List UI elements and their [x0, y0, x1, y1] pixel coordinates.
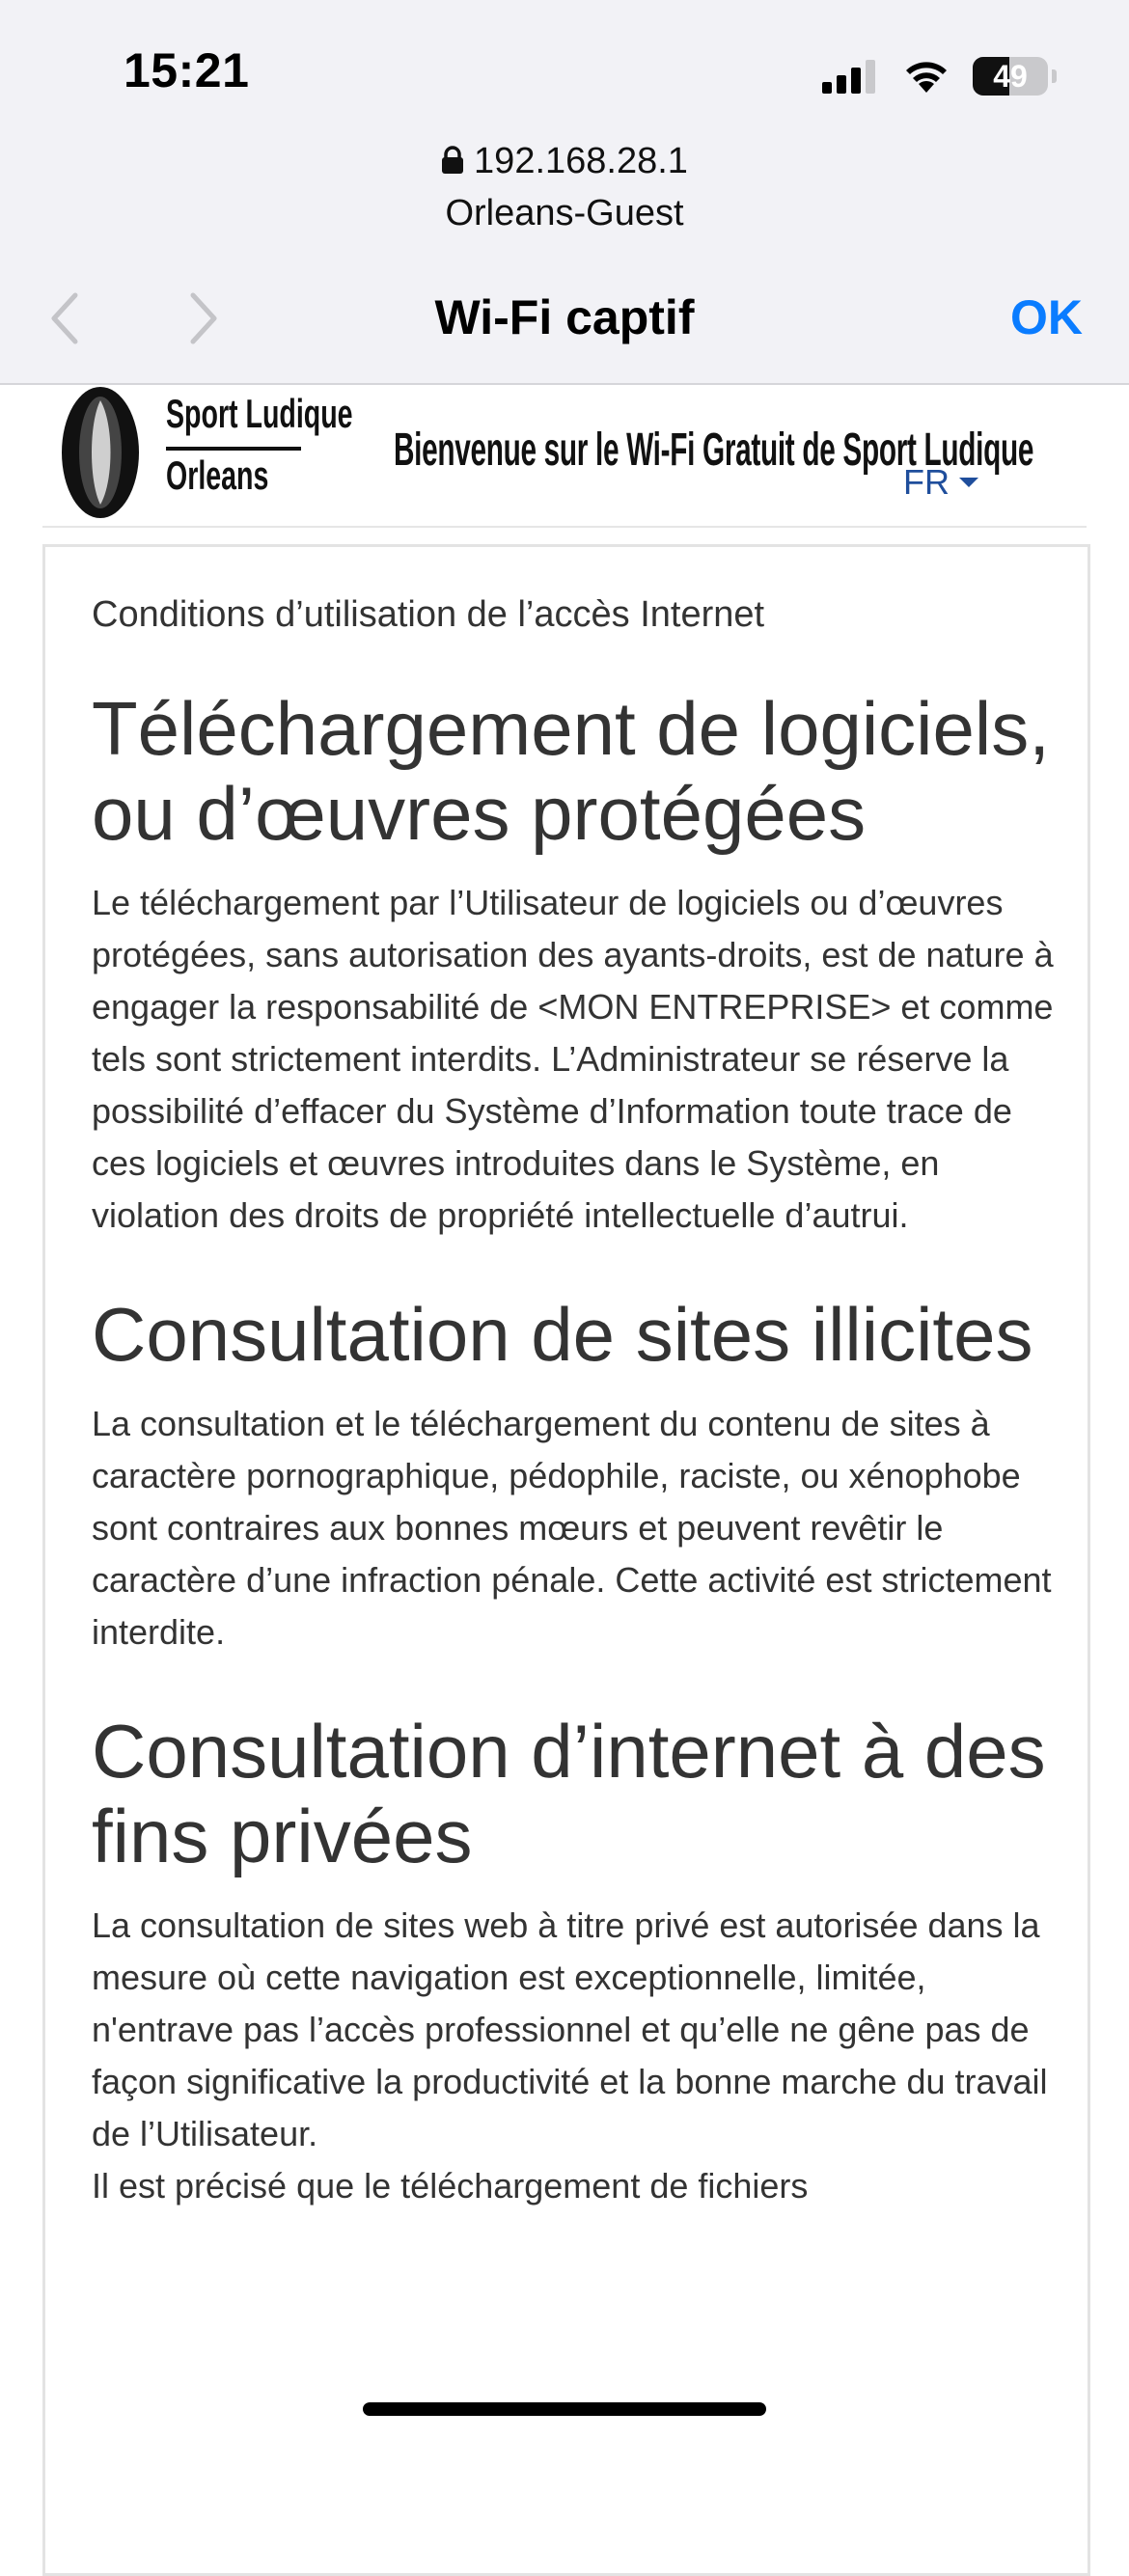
logo-line-2: Orleans	[166, 452, 269, 498]
ok-button[interactable]: OK	[1010, 289, 1083, 345]
language-label: FR	[903, 462, 950, 502]
section-body: La consultation et le téléchargement du …	[92, 1404, 1052, 1652]
status-icons: 49	[822, 52, 1057, 100]
home-indicator[interactable]	[363, 2402, 766, 2416]
section-heading: Téléchargement de logiciels, ou d’œuvres…	[92, 686, 1050, 856]
section-heading: Consultation de sites illicites	[92, 1292, 1033, 1377]
battery-icon: 49	[973, 57, 1048, 96]
section-body: La consultation de sites web à titre pri…	[92, 1905, 1048, 2153]
terms-content: Conditions d’utilisation de l’accès Inte…	[92, 589, 1057, 2262]
terms-panel[interactable]: Conditions d’utilisation de l’accès Inte…	[42, 544, 1090, 2576]
logo-emblem-icon	[62, 387, 139, 518]
logo-line-1: Sport Ludique	[166, 391, 353, 436]
battery-percent: 49	[993, 58, 1028, 94]
captive-portal-chrome: 15:21 49 192.168.28.1 Orleans-Guest Wi-F…	[0, 0, 1129, 385]
terms-caption: Conditions d’utilisation de l’accès Inte…	[92, 594, 765, 635]
caret-down-icon	[959, 478, 978, 487]
portal-header: Sport Ludique Orleans Bienvenue sur le W…	[0, 385, 1129, 526]
lock-icon	[442, 146, 464, 174]
nav-title: Wi-Fi captif	[434, 290, 695, 344]
sport-ludique-logo: Sport Ludique Orleans	[46, 385, 353, 520]
cellular-signal-icon	[822, 60, 875, 94]
status-time: 15:21	[124, 43, 250, 97]
wifi-icon	[906, 62, 947, 93]
header-divider	[42, 526, 1087, 528]
address-host-row: 192.168.28.1	[0, 141, 1129, 182]
section-heading: Consultation d’internet à des fins privé…	[92, 1709, 1046, 1878]
network-ssid: Orleans-Guest	[445, 193, 684, 233]
battery-cap	[1052, 69, 1057, 83]
section-body: Le téléchargement par l’Utilisateur de l…	[92, 883, 1054, 1235]
logo-underline	[166, 447, 301, 451]
language-selector[interactable]: FR	[903, 462, 978, 503]
section-body-continued: Il est précisé que le téléchargement de …	[92, 2166, 809, 2206]
address-host: 192.168.28.1	[474, 141, 688, 181]
